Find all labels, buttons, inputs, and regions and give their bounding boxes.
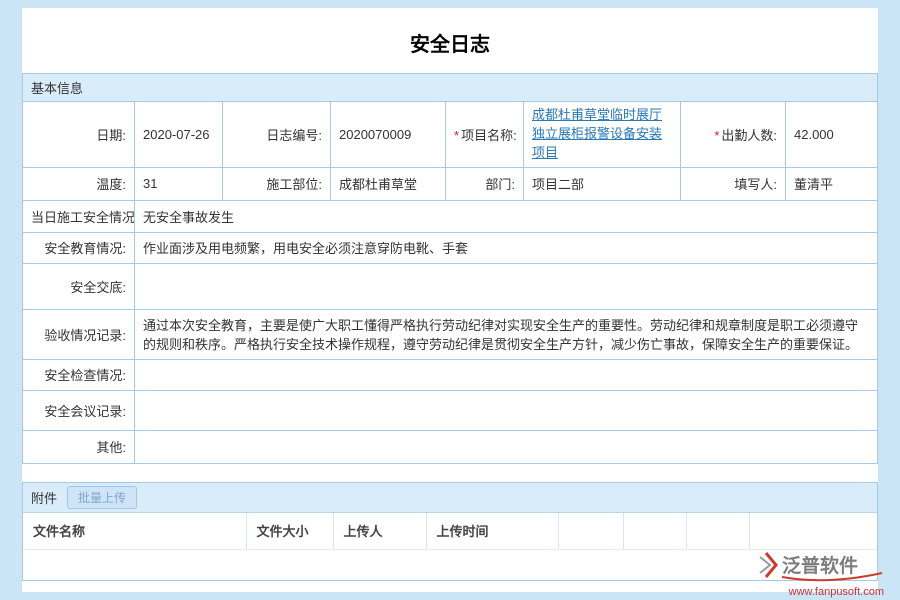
meeting-label: 安全会议记录:	[23, 390, 135, 430]
attachments-title: 附件	[31, 488, 57, 507]
table-row: 验收情况记录: 通过本次安全教育，主要是使广大职工懂得严格执行劳动纪律对实现安全…	[23, 309, 878, 359]
col-file-size: 文件大小	[246, 513, 333, 550]
inspection-value	[135, 359, 878, 390]
fanpu-logo[interactable]: 泛普软件 www.fanpusoft.com	[748, 549, 888, 598]
col-empty-1	[558, 513, 623, 550]
col-uploader: 上传人	[333, 513, 426, 550]
project-label-text: 项目名称:	[461, 128, 517, 143]
col-upload-time: 上传时间	[426, 513, 558, 550]
section-header-row: 基本信息	[23, 74, 878, 102]
location-value: 成都杜甫草堂	[331, 167, 446, 200]
table-row: 安全会议记录:	[23, 390, 878, 430]
temperature-value: 31	[135, 167, 223, 200]
meeting-value	[135, 390, 878, 430]
table-row: 温度: 31 施工部位: 成都杜甫草堂 部门: 项目二部 填写人: 董清平	[23, 167, 878, 200]
col-empty-2	[623, 513, 686, 550]
col-empty-3	[686, 513, 749, 550]
date-label: 日期:	[23, 102, 135, 168]
attendance-label-text: 出勤人数:	[721, 128, 777, 143]
table-row: 安全检查情况:	[23, 359, 878, 390]
batch-upload-button[interactable]: 批量上传	[67, 486, 137, 509]
other-value	[135, 430, 878, 463]
project-value-cell: 成都杜甫草堂临时展厅独立展柜报警设备安装项目	[524, 102, 681, 168]
attendance-label: *出勤人数:	[681, 102, 786, 168]
table-row: 安全交底:	[23, 263, 878, 309]
required-mark: *	[454, 128, 459, 143]
project-label: *项目名称:	[446, 102, 524, 168]
attachments-header-bar: 附件 批量上传	[23, 483, 877, 513]
table-row: 安全教育情况: 作业面涉及用电频繁，用电安全必须注意穿防电靴、手套	[23, 232, 878, 263]
col-file-name: 文件名称	[23, 513, 246, 550]
writer-value: 董清平	[786, 167, 878, 200]
department-label: 部门:	[446, 167, 524, 200]
date-value: 2020-07-26	[135, 102, 223, 168]
department-value: 项目二部	[524, 167, 681, 200]
daily-safety-value: 无安全事故发生	[135, 200, 878, 232]
required-mark: *	[714, 128, 719, 143]
logo-url[interactable]: www.fanpusoft.com	[748, 586, 888, 598]
attachments-header-row: 文件名称 文件大小 上传人 上传时间	[23, 513, 877, 550]
content-panel: 安全日志 基本信息 日期: 2020-07-26 日志编号: 202007000…	[22, 8, 878, 592]
briefing-label: 安全交底:	[23, 263, 135, 309]
basic-info-table: 基本信息 日期: 2020-07-26 日志编号: 2020070009 *项目…	[22, 73, 878, 464]
table-row: 当日施工安全情况: 无安全事故发生	[23, 200, 878, 232]
temperature-label: 温度:	[23, 167, 135, 200]
table-row: 其他:	[23, 430, 878, 463]
attendance-value: 42.000	[786, 102, 878, 168]
fanpu-logo-graphic: 泛普软件	[748, 549, 888, 585]
logo-brand-text: 泛普软件	[782, 554, 858, 577]
log-no-label: 日志编号:	[223, 102, 331, 168]
col-empty-4	[749, 513, 877, 550]
basic-info-section-title: 基本信息	[23, 74, 878, 102]
daily-safety-label: 当日施工安全情况:	[23, 200, 135, 232]
inspection-label: 安全检查情况:	[23, 359, 135, 390]
log-no-value: 2020070009	[331, 102, 446, 168]
education-label: 安全教育情况:	[23, 232, 135, 263]
logo-swoosh-shadow-icon	[760, 557, 770, 573]
briefing-value	[135, 263, 878, 309]
acceptance-value: 通过本次安全教育，主要是使广大职工懂得严格执行劳动纪律对实现安全生产的重要性。劳…	[135, 309, 878, 359]
acceptance-label: 验收情况记录:	[23, 309, 135, 359]
education-value: 作业面涉及用电频繁，用电安全必须注意穿防电靴、手套	[135, 232, 878, 263]
writer-label: 填写人:	[681, 167, 786, 200]
other-label: 其他:	[23, 430, 135, 463]
location-label: 施工部位:	[223, 167, 331, 200]
table-row: 日期: 2020-07-26 日志编号: 2020070009 *项目名称: 成…	[23, 102, 878, 168]
project-link[interactable]: 成都杜甫草堂临时展厅独立展柜报警设备安装项目	[532, 107, 662, 160]
page-title: 安全日志	[22, 8, 878, 73]
